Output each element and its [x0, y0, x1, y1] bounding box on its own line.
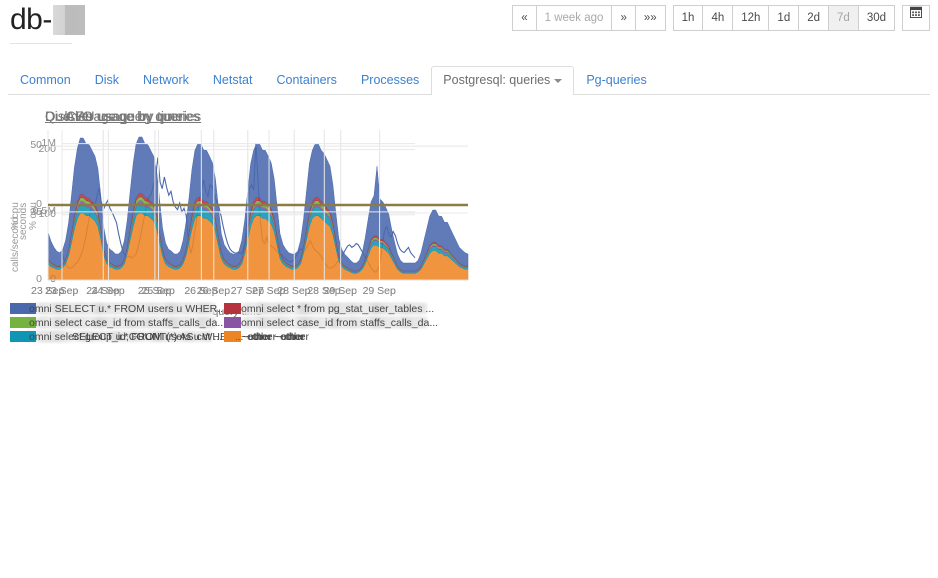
tab-containers[interactable]: Containers: [264, 66, 348, 95]
range-button-4h[interactable]: 4h: [702, 5, 732, 31]
dashboard-charts: Average query time 010020023 Sep24 Sep25…: [0, 100, 938, 578]
chart-svg: [0, 122, 483, 302]
y-axis-tick: 0: [36, 198, 42, 210]
range-button-30d[interactable]: 30d: [858, 5, 895, 31]
panel-title-wrap: Disk I/O usage by queries: [0, 100, 483, 122]
y-axis-label: % cpu: [10, 202, 21, 230]
legend-swatch: [12, 317, 24, 328]
legend-item[interactable]: omni SELECT u.* FROM users u WHER...: [12, 302, 224, 315]
tab-netstat[interactable]: Netstat: [201, 66, 265, 95]
legend-swatch: [224, 303, 236, 314]
legend-label: omni select case_id from staffs_calls_da…: [29, 317, 226, 329]
legend-item[interactable]: omni select case_id from staffs_calls_da…: [12, 316, 224, 329]
legend-item[interactable]: ~other ~other: [224, 330, 436, 343]
page-title-text: db-: [10, 3, 52, 37]
time-range-controls: « 1 week ago » »» 1h4h12h1d2d7d30d: [512, 5, 930, 31]
calendar-icon[interactable]: [902, 5, 930, 31]
legend-swatch: [224, 331, 236, 342]
time-next-fast-button[interactable]: »»: [635, 5, 666, 31]
tab-bar: Common Disk Network Netstat Containers Proces…: [0, 62, 938, 95]
tab-label: Common: [20, 73, 71, 87]
x-axis-tick: 25 Sep: [142, 285, 175, 297]
x-axis-tick: 27 Sep: [252, 285, 285, 297]
x-axis-tick: 26 Sep: [197, 285, 230, 297]
tab-processes[interactable]: Processes: [349, 66, 431, 95]
legend-label: omni select group_id,COUNT(*) AS cnt ...: [29, 331, 222, 343]
tab-label: Containers: [276, 73, 336, 87]
page-title: db-: [10, 1, 85, 39]
legend-item[interactable]: omni select * from pg_stat_user_tables .…: [224, 302, 436, 315]
legend-item[interactable]: omni select case_id from staffs_calls_da…: [224, 316, 436, 329]
legend-item[interactable]: omni select group_id,COUNT(*) AS cnt ...: [12, 330, 224, 343]
legend-label: omni select case_id from staffs_calls_da…: [241, 317, 438, 329]
panel-disk-io-usage-by-queries: Disk I/O usage by queries 0 23 Sep 24 Sep 2…: [0, 100, 483, 340]
tab-postgresql-queries[interactable]: Postgresql: queries: [431, 66, 574, 95]
range-button-1h[interactable]: 1h: [673, 5, 703, 31]
legend-column: omni SELECT u.* FROM users u WHER... omni…: [12, 302, 224, 344]
range-button-1d[interactable]: 1d: [768, 5, 798, 31]
x-axis-tick: 29 Sep: [363, 285, 396, 297]
legend-label: omni SELECT u.* FROM users u WHER...: [29, 303, 226, 315]
time-nav-group: « 1 week ago » »»: [512, 5, 665, 31]
legend-swatch: [12, 331, 24, 342]
legend-swatch: [12, 303, 24, 314]
range-button-7d[interactable]: 7d: [828, 5, 858, 31]
chart-disk-io-usage-by-queries[interactable]: 0 23 Sep 24 Sep 25 Sep 26 Sep 27 Sep 28 Sep 29 …: [0, 122, 483, 302]
redacted-hostname: [53, 5, 85, 35]
time-range-display[interactable]: 1 week ago: [536, 5, 612, 31]
tab-pg-queries[interactable]: Pg-queries: [574, 66, 658, 95]
legend-disk-io-usage-by-queries: omni SELECT u.* FROM users u WHER... omni…: [0, 302, 483, 344]
time-range-presets: 1h4h12h1d2d7d30d: [673, 5, 895, 31]
x-axis-tick: 24 Sep: [86, 285, 119, 297]
title-divider: [10, 43, 72, 44]
legend-label: ~other ~other: [241, 331, 304, 343]
range-button-2d[interactable]: 2d: [798, 5, 828, 31]
x-axis-tick: 28 Sep: [307, 285, 340, 297]
tab-common[interactable]: Common: [8, 66, 83, 95]
tab-label: Netstat: [213, 73, 253, 87]
legend-label: omni select * from pg_stat_user_tables .…: [241, 303, 434, 315]
page-header: db- « 1 week ago » »» 1h4h12h1d2d7d30d: [0, 0, 938, 58]
tab-label: Postgresql: queries: [443, 73, 550, 87]
tab-network[interactable]: Network: [131, 66, 201, 95]
time-next-button[interactable]: »: [611, 5, 634, 31]
tab-label: Network: [143, 73, 189, 87]
tab-disk[interactable]: Disk: [83, 66, 131, 95]
tab-label: Processes: [361, 73, 419, 87]
chevron-down-icon: [554, 79, 562, 83]
calendar-group: [902, 5, 930, 31]
time-prev-button[interactable]: «: [512, 5, 535, 31]
legend-swatch: [224, 317, 236, 328]
legend-column: omni select * from pg_stat_user_tables .…: [224, 302, 436, 344]
x-axis-tick: 23 Sep: [31, 285, 64, 297]
range-button-12h[interactable]: 12h: [732, 5, 768, 31]
tab-label: Pg-queries: [586, 73, 646, 87]
tab-label: Disk: [95, 73, 119, 87]
